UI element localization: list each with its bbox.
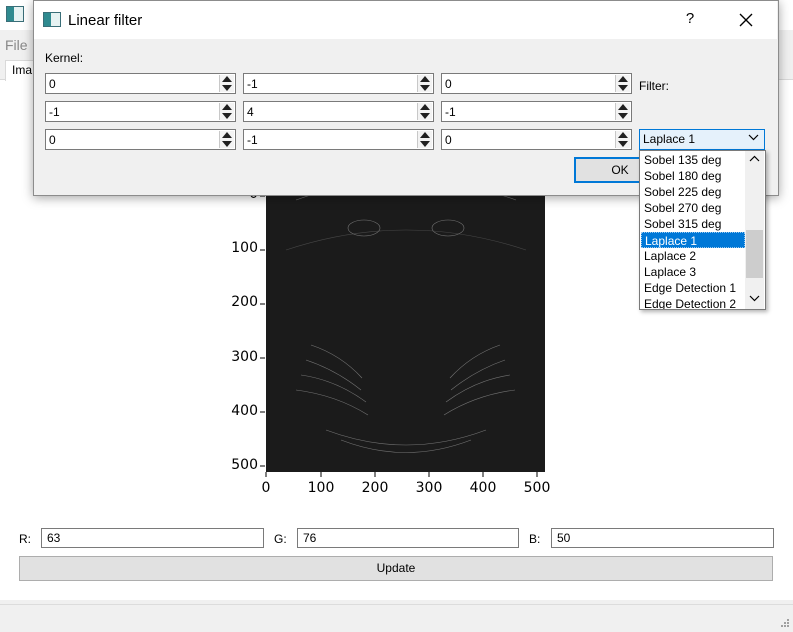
x-tick: 300 (415, 480, 443, 496)
y-tick: 400 (231, 403, 258, 419)
kernel-value: 0 (445, 133, 452, 147)
spin-arrows-icon[interactable] (219, 103, 234, 120)
spin-arrows-icon[interactable] (615, 103, 630, 120)
kernel-spinbox[interactable]: 4 (243, 101, 434, 122)
kernel-spinbox[interactable]: -1 (45, 101, 236, 122)
spin-arrows-icon[interactable] (417, 103, 432, 120)
kernel-value: 4 (247, 105, 254, 119)
spin-arrows-icon[interactable] (615, 131, 630, 148)
y-tick: 300 (231, 349, 258, 365)
g-input[interactable]: 76 (297, 528, 519, 548)
dropdown-option[interactable]: Sobel 270 deg (641, 200, 745, 216)
filter-combobox-value: Laplace 1 (643, 132, 696, 146)
dropdown-scroll-thumb[interactable] (746, 230, 763, 278)
kernel-value: 0 (445, 77, 452, 91)
dialog-app-icon (43, 12, 61, 27)
g-label: G: (274, 532, 287, 546)
spin-arrows-icon[interactable] (219, 131, 234, 148)
y-tick: 200 (231, 294, 258, 310)
dropdown-option[interactable]: Sobel 315 deg (641, 216, 745, 232)
dialog-title: Linear filter (68, 12, 143, 29)
spin-arrows-icon[interactable] (417, 75, 432, 92)
kernel-value: 0 (49, 77, 56, 91)
app-icon (6, 6, 24, 22)
dropdown-option[interactable]: Sobel 135 deg (641, 152, 745, 168)
dropdown-option[interactable]: Edge Detection 1 (641, 280, 745, 296)
update-button[interactable]: Update (19, 556, 773, 581)
kernel-spinbox[interactable]: 0 (45, 73, 236, 94)
menu-file[interactable]: File (5, 37, 28, 53)
chevron-up-icon[interactable] (749, 155, 760, 162)
kernel-spinbox[interactable]: 0 (45, 129, 236, 150)
kernel-spinbox[interactable]: -1 (243, 129, 434, 150)
kernel-value: -1 (445, 105, 456, 119)
x-tick: 400 (469, 480, 497, 496)
filter-label: Filter: (639, 79, 669, 93)
r-label: R: (19, 532, 31, 546)
b-input[interactable]: 50 (551, 528, 774, 548)
plot-axes (260, 195, 538, 477)
b-label: B: (529, 532, 541, 546)
dialog-title-bar[interactable] (34, 1, 777, 39)
y-tick: 500 (231, 457, 258, 473)
kernel-value: -1 (247, 77, 258, 91)
chevron-down-icon[interactable] (748, 134, 759, 141)
help-button[interactable]: ? (681, 10, 699, 30)
close-icon[interactable] (734, 8, 758, 32)
chevron-down-icon[interactable] (749, 295, 760, 302)
x-tick: 0 (261, 480, 271, 496)
dropdown-option[interactable]: Sobel 180 deg (641, 168, 745, 184)
size-grip-icon[interactable] (780, 618, 790, 628)
kernel-spinbox[interactable]: -1 (441, 101, 632, 122)
x-tick: 100 (307, 480, 335, 496)
spin-arrows-icon[interactable] (417, 131, 432, 148)
kernel-spinbox[interactable]: 0 (441, 73, 632, 94)
x-tick: 200 (361, 480, 389, 496)
dropdown-option[interactable]: Laplace 3 (641, 264, 745, 280)
status-bar (0, 604, 793, 632)
kernel-value: -1 (247, 133, 258, 147)
kernel-spinbox[interactable]: -1 (243, 73, 434, 94)
dropdown-option-selected[interactable]: Laplace 1 (641, 232, 745, 248)
dropdown-option[interactable]: Laplace 2 (641, 248, 745, 264)
dropdown-option[interactable]: Sobel 225 deg (641, 184, 745, 200)
kernel-value: 0 (49, 133, 56, 147)
spin-arrows-icon[interactable] (219, 75, 234, 92)
x-tick: 500 (523, 480, 551, 496)
dropdown-option[interactable]: Edge Detection 2 (641, 296, 745, 309)
r-input[interactable]: 63 (41, 528, 264, 548)
kernel-label: Kernel: (45, 51, 84, 65)
kernel-spinbox[interactable]: 0 (441, 129, 632, 150)
y-tick: 100 (231, 240, 258, 256)
kernel-value: -1 (49, 105, 60, 119)
tab-image-label: Ima (12, 63, 33, 77)
spin-arrows-icon[interactable] (615, 75, 630, 92)
